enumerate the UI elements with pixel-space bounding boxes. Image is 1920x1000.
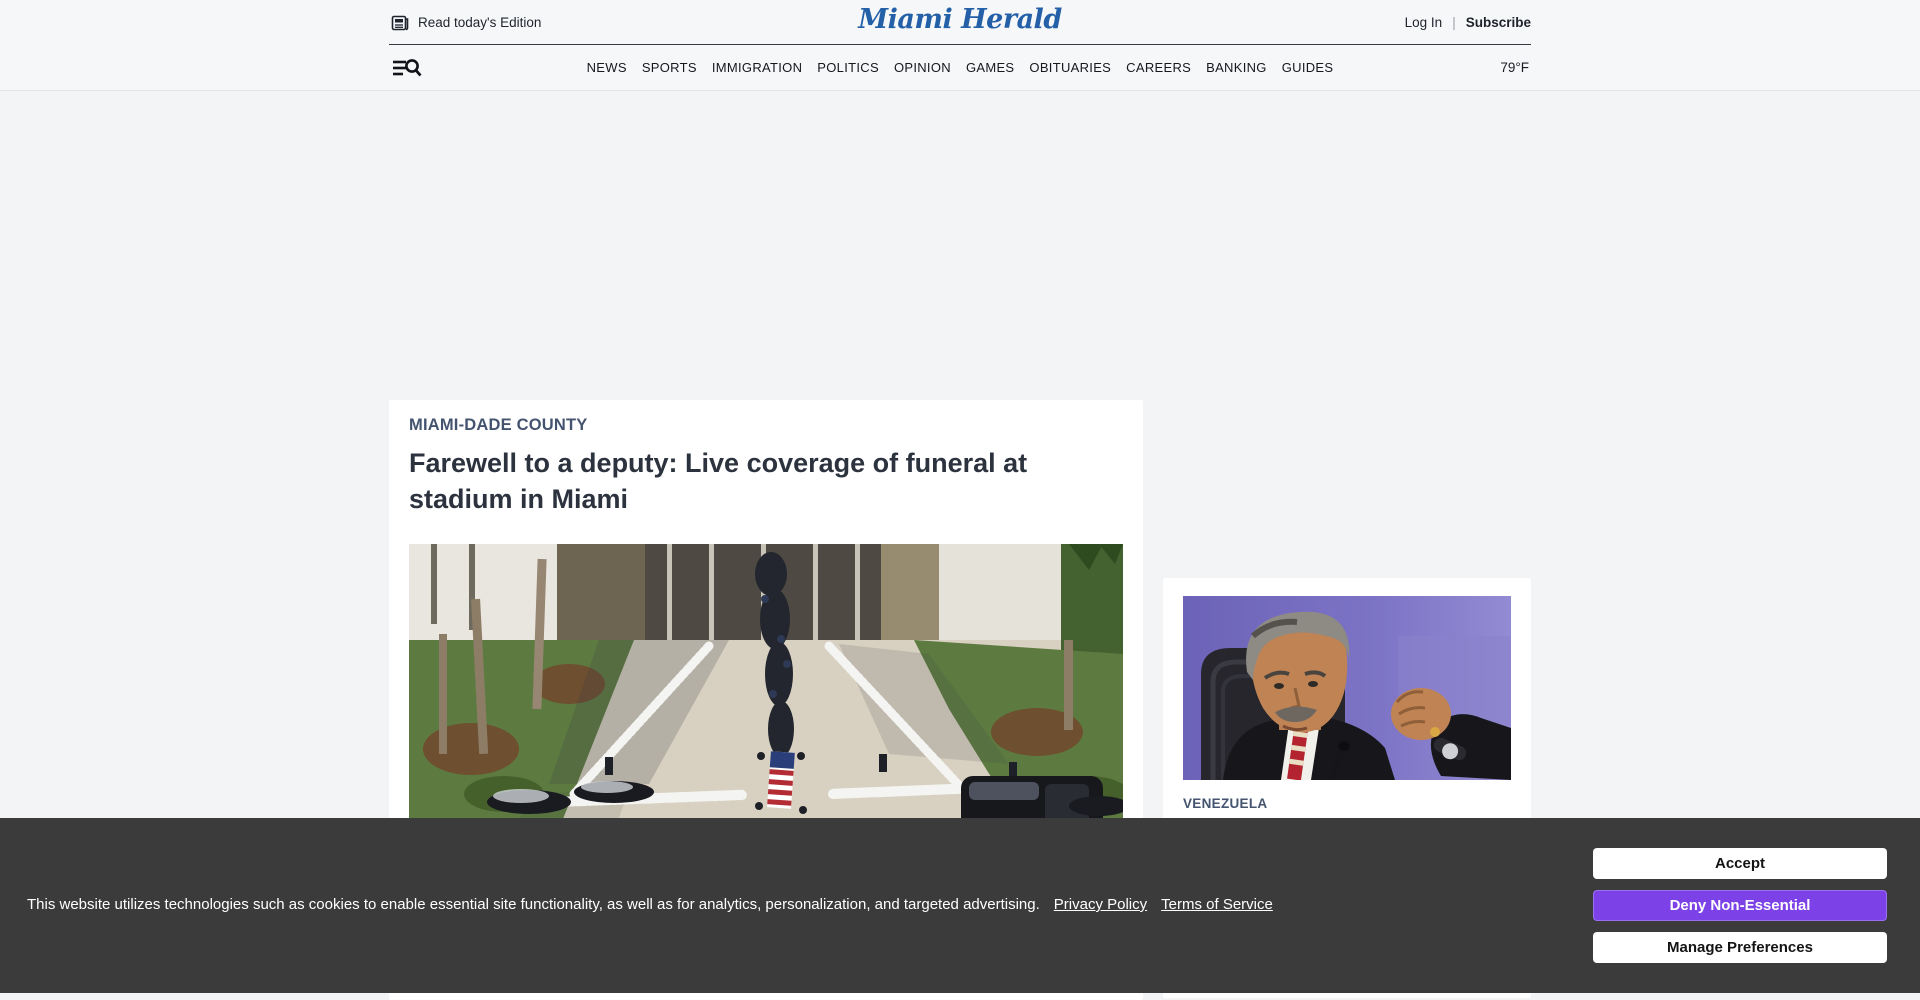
subscribe-link[interactable]: Subscribe <box>1466 15 1531 30</box>
read-todays-edition-link[interactable]: Read today's Edition <box>391 0 541 45</box>
manage-preferences-button[interactable]: Manage Preferences <box>1593 932 1887 963</box>
lead-article-headline[interactable]: Farewell to a deputy: Live coverage of f… <box>409 445 1099 517</box>
nav-item-careers[interactable]: CAREERS <box>1126 60 1191 75</box>
miami-herald-logo[interactable]: Miami Herald <box>858 4 1061 35</box>
nav-item-opinion[interactable]: OPINION <box>894 60 951 75</box>
accept-button[interactable]: Accept <box>1593 848 1887 879</box>
deny-non-essential-button[interactable]: Deny Non-Essential <box>1593 890 1887 921</box>
account-area: Log In | Subscribe <box>1405 0 1531 45</box>
nav-item-banking[interactable]: BANKING <box>1206 60 1267 75</box>
header-top-row: Read today's Edition Miami Herald Log In… <box>389 0 1531 45</box>
cookie-message-area: This website utilizes technologies such … <box>27 894 1497 916</box>
nav-item-guides[interactable]: GUIDES <box>1282 60 1334 75</box>
nav-item-politics[interactable]: POLITICS <box>817 60 879 75</box>
nav-item-games[interactable]: GAMES <box>966 60 1014 75</box>
hamburger-search-icon <box>391 54 425 82</box>
newspaper-icon <box>391 14 409 32</box>
login-subscribe-divider: | <box>1452 15 1456 30</box>
cookie-message: This website utilizes technologies such … <box>27 896 1040 913</box>
nav-item-news[interactable]: NEWS <box>587 60 627 75</box>
terms-of-service-link[interactable]: Terms of Service <box>1161 896 1273 913</box>
log-in-link[interactable]: Log In <box>1405 15 1443 30</box>
sidebar-article-kicker[interactable]: VENEZUELA <box>1183 796 1511 811</box>
cookie-consent-banner: This website utilizes technologies such … <box>0 818 1920 993</box>
nav-item-immigration[interactable]: IMMIGRATION <box>712 60 802 75</box>
privacy-policy-link[interactable]: Privacy Policy <box>1054 896 1147 913</box>
main-navigation: NEWS SPORTS IMMIGRATION POLITICS OPINION… <box>587 45 1334 90</box>
nav-item-sports[interactable]: SPORTS <box>642 60 697 75</box>
nav-item-obituaries[interactable]: OBITUARIES <box>1029 60 1111 75</box>
header-nav-row: NEWS SPORTS IMMIGRATION POLITICS OPINION… <box>389 45 1531 90</box>
read-todays-edition-label: Read today's Edition <box>418 15 541 30</box>
sidebar-article-photo-maduro[interactable] <box>1183 596 1511 780</box>
site-header: Read today's Edition Miami Herald Log In… <box>0 0 1920 91</box>
cookie-buttons: Accept Deny Non-Essential Manage Prefere… <box>1593 848 1887 963</box>
weather-temperature[interactable]: 79°F <box>1500 45 1529 90</box>
lead-article-kicker[interactable]: MIAMI-DADE COUNTY <box>409 416 1123 435</box>
menu-search-button[interactable] <box>391 54 425 82</box>
